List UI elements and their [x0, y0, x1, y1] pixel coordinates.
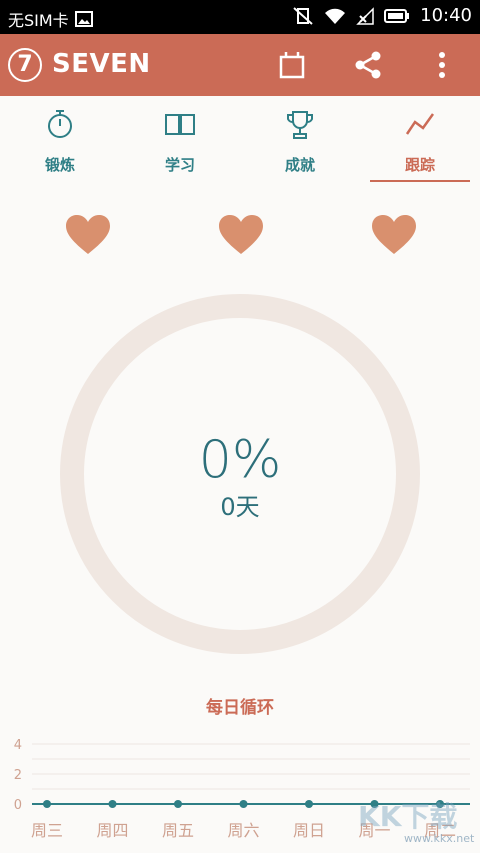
- y-tick-label: 2: [14, 768, 22, 783]
- chart-title: 每日循环: [206, 698, 274, 718]
- progress-days: 0天: [220, 493, 260, 521]
- x-tick-label: 周六: [227, 821, 259, 840]
- progress-percent: 0%: [198, 430, 282, 490]
- progress-ring: [60, 294, 420, 654]
- data-point: [239, 800, 248, 808]
- x-tick-label: 周五: [162, 821, 194, 840]
- watermark-url: www.kkx.net: [404, 832, 475, 845]
- y-tick-label: 4: [14, 738, 22, 753]
- y-tick-label: 0: [14, 798, 22, 813]
- x-tick-label: 周三: [31, 821, 63, 840]
- x-tick-label: 周日: [293, 821, 325, 840]
- data-point: [174, 800, 182, 808]
- data-point: [43, 800, 51, 808]
- data-point: [108, 800, 117, 808]
- x-tick-label: 周四: [96, 821, 128, 840]
- data-point: [305, 800, 313, 808]
- watermark: KK下载: [358, 800, 458, 833]
